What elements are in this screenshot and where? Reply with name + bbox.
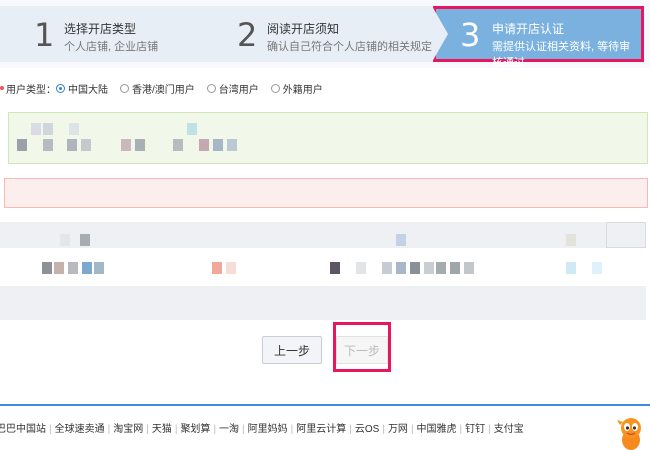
redacted-block xyxy=(424,262,434,274)
redacted-block xyxy=(213,139,223,151)
redacted-block xyxy=(566,262,576,274)
footer-separator: | xyxy=(146,424,149,435)
progress-steps: 1 选择开店类型 个人店铺, 企业店铺 2 阅读开店须知 确认自己符合个人店铺的… xyxy=(0,0,650,69)
footer-link[interactable]: 天猫 xyxy=(152,424,172,435)
redacted-block xyxy=(227,139,237,151)
step-title: 阅读开店须知 xyxy=(267,22,340,36)
redacted-block xyxy=(450,262,460,274)
step-number: 1 xyxy=(34,16,55,54)
radio-icon xyxy=(206,83,216,93)
footer-link[interactable]: 淘宝网 xyxy=(113,424,143,435)
step-number: 2 xyxy=(237,16,258,54)
step-divider xyxy=(432,6,448,62)
radio-icon xyxy=(120,83,129,93)
redacted-block xyxy=(330,262,340,274)
redacted-block xyxy=(566,234,576,246)
footer-separator: | xyxy=(49,424,52,435)
footer-separator: | xyxy=(459,424,463,435)
footer-secondary-row xyxy=(0,442,600,450)
footer-separator: | xyxy=(242,424,245,435)
redacted-block xyxy=(212,262,222,274)
redacted-block xyxy=(436,262,446,274)
info-panel-gray xyxy=(0,286,646,320)
footer-link[interactable]: 阿里巴巴中国站 xyxy=(0,424,46,435)
redacted-block xyxy=(396,234,406,246)
user-type-option-hk-macau[interactable]: 香港/澳门用户 xyxy=(120,81,195,96)
redacted-block xyxy=(60,234,70,246)
info-panel-gray xyxy=(0,222,646,248)
step-divider xyxy=(205,6,221,62)
mascot-icon xyxy=(617,418,641,450)
required-marker xyxy=(0,86,4,90)
redacted-block xyxy=(135,139,145,151)
user-type-label: 用户类型： xyxy=(6,84,56,96)
redacted-block xyxy=(67,139,77,151)
redacted-block xyxy=(592,262,602,274)
info-panel-error xyxy=(4,178,648,208)
step-title: 选择开店类型 xyxy=(64,22,137,36)
redacted-block xyxy=(80,234,90,246)
redacted-block xyxy=(17,139,27,151)
redacted-block xyxy=(356,262,366,274)
redacted-block xyxy=(410,262,420,274)
redacted-block xyxy=(82,262,92,274)
footer-separator: | xyxy=(349,424,352,435)
step-2: 2 阅读开店须知 确认自己符合个人店铺的相关规定 xyxy=(205,6,435,62)
redacted-block xyxy=(94,262,104,274)
footer-links: 阿里巴巴中国站|全球速卖通|淘宝网|天猫|聚划算|一淘|阿里妈妈|阿里云计算|云… xyxy=(0,420,524,435)
redacted-block xyxy=(187,123,197,135)
step-desc: 确认自己符合个人店铺的相关规定 xyxy=(267,41,432,53)
footer-link[interactable]: 云OS xyxy=(355,424,379,435)
user-type-option-foreign[interactable]: 外籍用户 xyxy=(270,81,323,96)
redacted-block xyxy=(43,139,53,151)
redacted-block xyxy=(81,139,91,151)
user-type-option-mainland[interactable]: 中国大陆 xyxy=(56,81,108,96)
step-1: 1 选择开店类型 个人店铺, 企业店铺 xyxy=(0,6,205,62)
redacted-block xyxy=(382,262,392,274)
footer-divider xyxy=(0,404,650,406)
redacted-block xyxy=(31,123,41,135)
footer-link[interactable]: 一淘 xyxy=(219,424,239,435)
footer-separator: | xyxy=(410,424,414,435)
footer-link[interactable]: 中国雅虎 xyxy=(417,424,457,435)
next-step-button[interactable]: 下一步 xyxy=(336,336,388,364)
step-3-active: 3 申请开店认证 需提供认证相关资料, 等待审核通过 xyxy=(433,6,644,69)
footer-separator: | xyxy=(382,424,385,435)
footer-separator: | xyxy=(488,424,491,435)
footer-separator: | xyxy=(107,424,111,435)
previous-step-button[interactable]: 上一步 xyxy=(262,336,322,364)
redacted-block xyxy=(173,139,183,151)
user-type-selector: 用户类型： 中国大陆 香港/澳门用户 台湾用户 外籍用户 xyxy=(0,81,335,96)
redacted-block xyxy=(69,123,79,135)
redacted-block xyxy=(464,262,474,274)
radio-icon xyxy=(270,83,280,93)
radio-checked-icon xyxy=(56,83,65,93)
footer-link[interactable]: 万网 xyxy=(388,424,408,435)
footer-link[interactable]: 聚划算 xyxy=(180,424,210,435)
redacted-block xyxy=(43,123,53,135)
footer-link[interactable]: 支付宝 xyxy=(494,424,524,435)
footer-link[interactable]: 钉钉 xyxy=(465,424,485,435)
user-type-option-taiwan[interactable]: 台湾用户 xyxy=(206,81,259,96)
footer-link[interactable]: 阿里云计算 xyxy=(296,424,346,435)
step-title: 申请开店认证 xyxy=(492,22,565,36)
redacted-block xyxy=(42,262,52,274)
step-desc: 个人店铺, 企业店铺 xyxy=(64,41,159,53)
footer-link[interactable]: 阿里妈妈 xyxy=(248,424,288,435)
footer-separator: | xyxy=(174,424,178,435)
footer-separator: | xyxy=(290,424,294,435)
footer-link[interactable]: 全球速卖通 xyxy=(55,424,105,435)
footer-separator: | xyxy=(213,424,217,435)
step-desc: 需提供认证相关资料, 等待审核通过 xyxy=(492,41,631,69)
info-panel-success xyxy=(8,112,648,164)
redacted-block xyxy=(121,139,131,151)
redacted-block xyxy=(68,262,78,274)
redacted-block xyxy=(396,262,406,274)
step-number: 3 xyxy=(460,16,481,54)
redacted-block xyxy=(226,262,236,274)
redacted-block xyxy=(54,262,64,274)
info-row xyxy=(0,252,646,282)
redacted-block xyxy=(199,139,209,151)
